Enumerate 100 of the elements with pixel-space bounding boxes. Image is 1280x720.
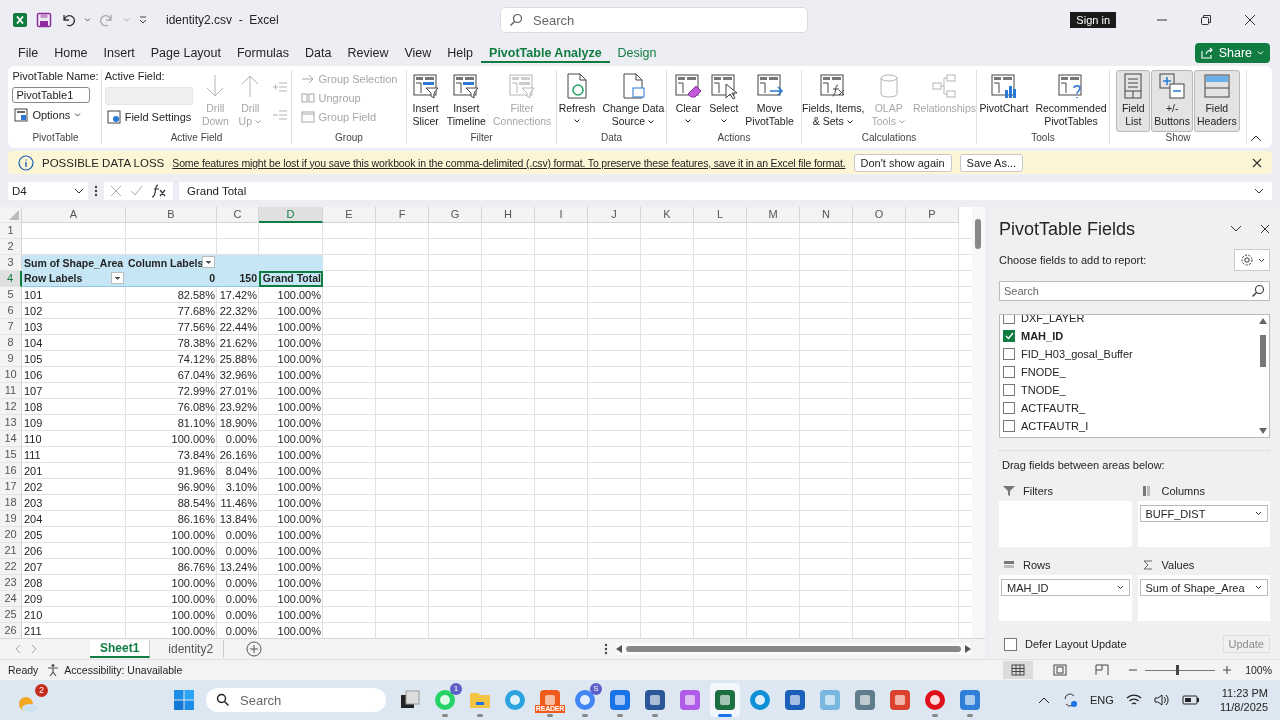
close-icon[interactable]	[1260, 224, 1270, 234]
checkbox[interactable]	[1003, 330, 1015, 342]
row-header[interactable]: 1	[0, 223, 22, 239]
formula-field[interactable]: Grand Total	[179, 182, 1272, 200]
taskbar-button[interactable]	[710, 683, 740, 717]
row-header[interactable]: 20	[0, 527, 22, 543]
checkbox[interactable]	[1003, 348, 1015, 360]
ribbon-tab[interactable]: PivotTable Analyze	[481, 43, 610, 63]
row-header[interactable]: 7	[0, 319, 22, 335]
normal-view-button[interactable]	[1003, 661, 1034, 679]
settings-button[interactable]	[1234, 249, 1270, 271]
ribbon-button[interactable]: Insert Timeline	[443, 70, 489, 132]
ribbon-button[interactable]: Change Data Source	[599, 70, 668, 132]
clock-date[interactable]: 11/8/2025	[1219, 700, 1268, 714]
column-header[interactable]: F	[376, 207, 429, 223]
checkbox[interactable]	[1004, 637, 1017, 651]
column-header[interactable]: J	[588, 207, 641, 223]
row-header[interactable]: 8	[0, 335, 22, 351]
column-header[interactable]: G	[429, 207, 482, 223]
column-header[interactable]: E	[323, 207, 376, 223]
ribbon-button[interactable]: Recommended PivotTables	[1032, 70, 1110, 132]
column-header[interactable]: H	[482, 207, 535, 223]
drop-area[interactable]: Sum of Shape_Area	[1137, 575, 1270, 621]
field-name[interactable]: TNODE_	[1021, 384, 1066, 396]
taskbar-button[interactable]: S	[570, 683, 600, 717]
row-header[interactable]: 16	[0, 463, 22, 479]
checkbox[interactable]	[1003, 384, 1015, 396]
ribbon-button[interactable]: Move PivotTable	[742, 70, 797, 132]
message-button[interactable]: Save As...	[959, 153, 1024, 172]
column-header[interactable]: N	[800, 207, 853, 223]
row-header[interactable]: 4	[0, 271, 22, 287]
save-icon[interactable]	[36, 12, 52, 28]
ribbon-button[interactable]: Fields, Items, & Sets	[799, 70, 868, 132]
name-box[interactable]: D4	[8, 182, 88, 200]
splitter-dots-icon[interactable]	[604, 643, 608, 655]
ribbon-button[interactable]: Field List	[1116, 70, 1151, 132]
start-icon[interactable]	[173, 689, 195, 711]
sync-icon[interactable]	[1062, 692, 1079, 708]
chevron-up-icon[interactable]	[1038, 696, 1051, 704]
field-name[interactable]: ACTFAUTR_I	[1021, 420, 1089, 432]
search-field[interactable]: Search	[500, 7, 808, 33]
row-header[interactable]: 22	[0, 559, 22, 575]
scroll-thumb[interactable]	[626, 646, 961, 652]
undo-icon[interactable]	[60, 12, 76, 28]
ribbon-tab[interactable]: File	[10, 43, 47, 63]
area-field-dropdown[interactable]: MAH_ID	[1001, 579, 1130, 596]
check-icon[interactable]	[130, 185, 143, 197]
wifi-icon[interactable]	[1125, 693, 1142, 707]
row-header[interactable]: 24	[0, 591, 22, 607]
taskbar-search-field[interactable]: Search	[206, 688, 386, 712]
column-header[interactable]: O	[853, 207, 906, 223]
row-header[interactable]: 11	[0, 383, 22, 399]
row-header[interactable]: 25	[0, 607, 22, 623]
ribbon-button[interactable]: Refresh	[555, 70, 599, 132]
chevron-down-icon[interactable]	[1230, 225, 1242, 233]
row-header[interactable]: 19	[0, 511, 22, 527]
column-header[interactable]: L	[694, 207, 747, 223]
more-options-icon[interactable]	[94, 185, 98, 197]
column-header[interactable]: I	[535, 207, 588, 223]
customize-toolbar-icon[interactable]	[138, 15, 148, 25]
pivottable-name-field[interactable]: PivotTable1	[12, 87, 91, 103]
area-field-dropdown[interactable]: Sum of Shape_Area	[1139, 579, 1268, 596]
ribbon-button[interactable]: Select	[706, 70, 742, 132]
field-name[interactable]: DXF_LAYER	[1021, 315, 1085, 324]
ribbon-tab[interactable]: Review	[339, 43, 397, 63]
ribbon-tab[interactable]: Data	[297, 43, 340, 63]
column-header[interactable]: K	[641, 207, 694, 223]
zoom-out-icon[interactable]	[1129, 666, 1138, 674]
row-header[interactable]: 21	[0, 543, 22, 559]
cancel-icon[interactable]	[110, 185, 122, 197]
scroll-left-icon[interactable]	[616, 645, 622, 653]
column-header[interactable]: D	[259, 207, 323, 223]
caret-icon[interactable]	[84, 17, 91, 23]
ribbon-button[interactable]: PivotChart	[976, 70, 1032, 132]
row-header[interactable]: 18	[0, 495, 22, 511]
accessibility-status[interactable]: Accessibility: Unavailable	[64, 664, 183, 676]
ribbon-tab[interactable]: Help	[439, 43, 482, 63]
ribbon-tab[interactable]: Page Layout	[142, 43, 229, 63]
row-header[interactable]: 10	[0, 367, 22, 383]
row-header[interactable]: 17	[0, 479, 22, 495]
collapse-ribbon-icon[interactable]	[1250, 134, 1262, 142]
sheet-tab[interactable]: identity2	[158, 640, 225, 658]
sheet-tab[interactable]: Sheet1	[90, 640, 151, 658]
ribbon-button[interactable]: Field Headers	[1193, 70, 1240, 132]
scroll-thumb[interactable]	[975, 219, 981, 249]
row-header[interactable]: 5	[0, 287, 22, 303]
field-name[interactable]: FNODE_	[1021, 366, 1066, 378]
field-settings-button[interactable]: Field Settings	[104, 109, 194, 125]
field-search-field[interactable]: Search	[999, 281, 1270, 301]
field-name[interactable]: ACTFAUTR_	[1021, 402, 1086, 414]
ribbon-tab[interactable]: Formulas	[228, 43, 298, 63]
active-field-input[interactable]	[104, 87, 193, 105]
drop-area[interactable]: MAH_ID	[999, 575, 1132, 621]
row-header[interactable]: 6	[0, 303, 22, 319]
scroll-up-icon[interactable]	[1259, 318, 1267, 324]
row-header[interactable]: 12	[0, 399, 22, 415]
zoom-in-icon[interactable]	[1223, 666, 1232, 674]
clock-time[interactable]: 11:23 PM	[1221, 686, 1268, 700]
row-header[interactable]: 23	[0, 575, 22, 591]
ribbon-button[interactable]: +/- Buttons	[1151, 70, 1193, 132]
